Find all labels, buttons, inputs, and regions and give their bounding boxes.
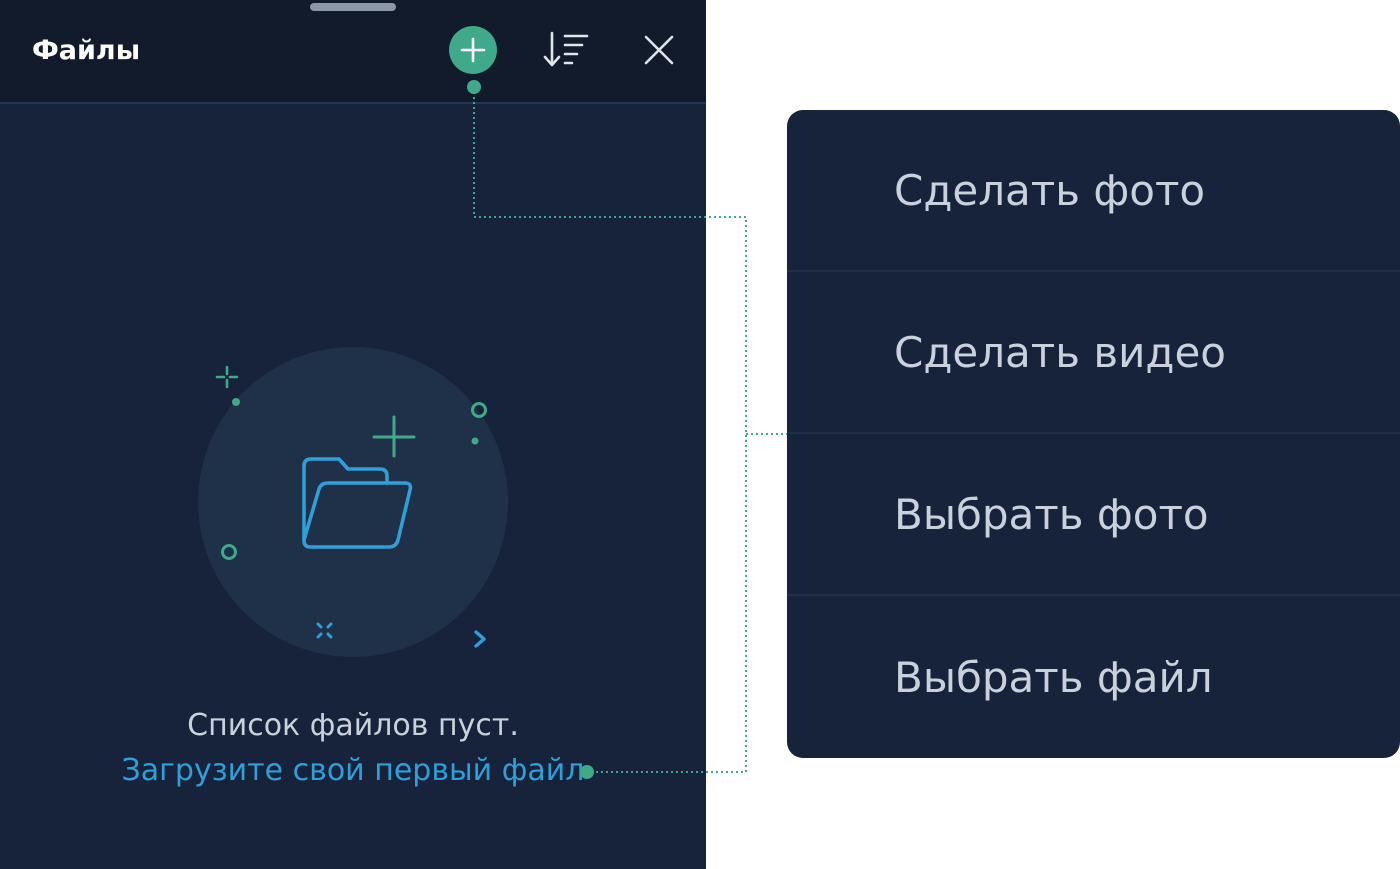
add-file-menu: Сделать фото Сделать видео Выбрать фото …: [787, 110, 1400, 758]
drag-handle[interactable]: [310, 3, 396, 11]
files-panel: Файлы Список файлов пуст. Загрузите свой…: [0, 0, 706, 869]
sort-descending-icon[interactable]: [540, 30, 590, 70]
menu-item-choose-photo[interactable]: Выбрать фото: [787, 434, 1400, 596]
empty-state-illustration: [198, 347, 508, 657]
menu-item-take-video[interactable]: Сделать видео: [787, 272, 1400, 434]
sparkle-icon: [215, 365, 239, 389]
menu-item-take-photo[interactable]: Сделать фото: [787, 110, 1400, 272]
empty-list-message: Список файлов пуст.: [187, 708, 519, 743]
menu-item-choose-file[interactable]: Выбрать файл: [787, 596, 1400, 758]
close-icon[interactable]: [640, 30, 678, 70]
page-title: Файлы: [32, 35, 141, 66]
upload-first-file-link[interactable]: Загрузите свой первый файл: [120, 750, 586, 792]
panel-header: Файлы: [0, 0, 706, 104]
plus-circle-icon[interactable]: [449, 26, 497, 74]
chevron-right-icon: [474, 630, 486, 648]
